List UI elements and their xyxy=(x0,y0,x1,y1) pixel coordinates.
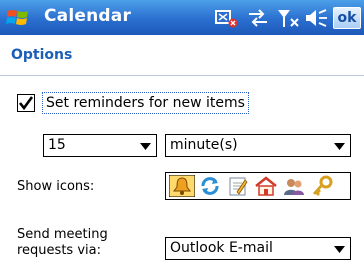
show-icons-bar xyxy=(165,172,351,200)
start-windows-icon[interactable] xyxy=(6,6,32,30)
signal-icon[interactable] xyxy=(276,8,302,28)
meeting-requests-value: Outlook E-mail xyxy=(170,240,273,256)
reminder-unit-dropdown[interactable]: minute(s) xyxy=(165,134,351,157)
attendees-icon[interactable] xyxy=(281,175,307,197)
chevron-down-icon xyxy=(334,246,345,253)
reminder-amount-dropdown[interactable]: 15 xyxy=(43,134,157,157)
checkmark-icon xyxy=(18,96,34,111)
connectivity-icon[interactable] xyxy=(247,8,269,28)
ok-button[interactable]: ok xyxy=(333,7,361,29)
chevron-down-icon xyxy=(334,143,345,150)
recurrence-icon[interactable] xyxy=(197,175,223,197)
app-title: Calendar xyxy=(44,6,132,26)
divider xyxy=(0,75,364,76)
reminder-checkbox[interactable] xyxy=(17,94,35,112)
notes-icon[interactable] xyxy=(225,175,251,197)
reminder-checkbox-label[interactable]: Set reminders for new items xyxy=(42,92,249,114)
volume-icon[interactable] xyxy=(304,8,328,28)
meeting-requests-label: Send meeting requests via: xyxy=(17,227,108,259)
meeting-requests-label-line2: requests via: xyxy=(17,243,101,258)
sync-icon[interactable] xyxy=(214,8,238,28)
reminder-amount-value: 15 xyxy=(48,137,66,153)
show-icons-label: Show icons: xyxy=(17,179,95,194)
location-home-icon[interactable] xyxy=(253,175,279,197)
reminder-bell-icon[interactable] xyxy=(169,175,195,197)
title-bar: Calendar ok xyxy=(0,0,364,35)
meeting-requests-label-line1: Send meeting xyxy=(17,227,108,242)
reminder-unit-value: minute(s) xyxy=(170,137,238,153)
section-title-options: Options xyxy=(11,47,73,63)
meeting-requests-dropdown[interactable]: Outlook E-mail xyxy=(165,237,351,260)
chevron-down-icon xyxy=(140,143,151,150)
private-key-icon[interactable] xyxy=(309,175,335,197)
